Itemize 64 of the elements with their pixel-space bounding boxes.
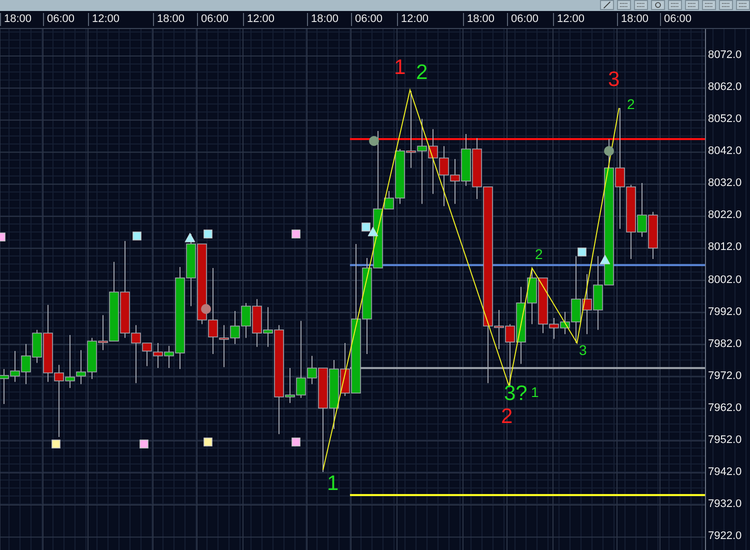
wave-label: 1 — [531, 385, 539, 399]
circle-marker — [369, 136, 379, 146]
wave-label: 2 — [501, 406, 513, 427]
toolbar-tool-icon[interactable] — [634, 0, 648, 10]
toolbar-tool-icon[interactable] — [617, 0, 631, 10]
wave-label: 3 — [579, 343, 587, 357]
square-marker — [132, 232, 142, 240]
square-marker — [52, 440, 60, 448]
price-axis-label: 8002.0 — [708, 274, 742, 286]
price-axis-label: 8072.0 — [708, 49, 742, 61]
wave-label: 2 — [416, 62, 428, 83]
wave-label: 1 — [327, 473, 339, 494]
wave-label: 3? — [504, 383, 528, 404]
time-axis-label: 12:00 — [88, 13, 120, 26]
time-axis-label: 18:00 — [0, 13, 32, 26]
price-axis-label: 8022.0 — [708, 209, 742, 222]
price-axis-label: 7942.0 — [708, 466, 742, 478]
triangle-marker — [184, 232, 196, 242]
time-axis-label: 18:00 — [463, 13, 495, 26]
price-axis-label: 7992.0 — [708, 306, 742, 318]
toolbar-tool-icon[interactable] — [702, 0, 716, 10]
time-axis-label: 18:00 — [153, 13, 185, 26]
time-axis-label: 06:00 — [507, 13, 539, 26]
wave-label: 2 — [627, 97, 635, 111]
toolbar-tool-icon[interactable] — [685, 0, 699, 10]
time-axis-label: 18:00 — [307, 13, 339, 26]
price-axis-label: 7922.0 — [708, 530, 742, 542]
price-axis-label: 7932.0 — [708, 498, 742, 510]
price-axis-label: 8062.0 — [708, 81, 742, 94]
square-marker — [140, 440, 148, 448]
price-axis-label: 8042.0 — [708, 145, 742, 158]
toolbar-tool-icon[interactable] — [736, 0, 750, 10]
square-marker — [362, 222, 370, 232]
price-axis-label: 8032.0 — [708, 177, 742, 190]
price-axis-label: 7952.0 — [708, 434, 742, 446]
time-axis-label: 06:00 — [351, 13, 383, 26]
time-axis-label: 06:00 — [43, 13, 75, 26]
square-marker — [292, 230, 300, 238]
price-axis-label: 7982.0 — [708, 338, 742, 350]
square-marker — [204, 438, 212, 446]
price-axis-label: 8052.0 — [708, 113, 742, 126]
time-axis-label: 06:00 — [660, 13, 692, 26]
toolbar-tool-icon[interactable] — [600, 0, 614, 10]
time-axis-label: 12:00 — [397, 13, 429, 26]
circle-marker — [604, 146, 614, 156]
price-axis-label: 8012.0 — [708, 241, 742, 254]
toolbar-tool-icon[interactable] — [719, 0, 733, 10]
time-axis-label: 06:00 — [197, 13, 229, 26]
price-axis-label: 7962.0 — [708, 402, 742, 414]
time-axis-label: 12:00 — [243, 13, 275, 26]
toolbar-tool-icon[interactable] — [668, 0, 682, 10]
triangle-marker — [600, 254, 610, 264]
square-marker — [292, 438, 300, 446]
wave-label: 1 — [394, 57, 406, 78]
square-marker — [578, 248, 586, 256]
triangle-marker — [368, 226, 378, 236]
wave-label: 2 — [535, 247, 543, 261]
toolbar-tool-icon[interactable] — [651, 0, 665, 10]
time-axis-label: 18:00 — [617, 13, 649, 26]
wave-label: 3 — [608, 69, 620, 90]
circle-marker — [201, 304, 211, 314]
time-axis-label: 12:00 — [553, 13, 585, 26]
square-marker — [204, 230, 212, 238]
price-axis-label: 7972.0 — [708, 370, 742, 382]
